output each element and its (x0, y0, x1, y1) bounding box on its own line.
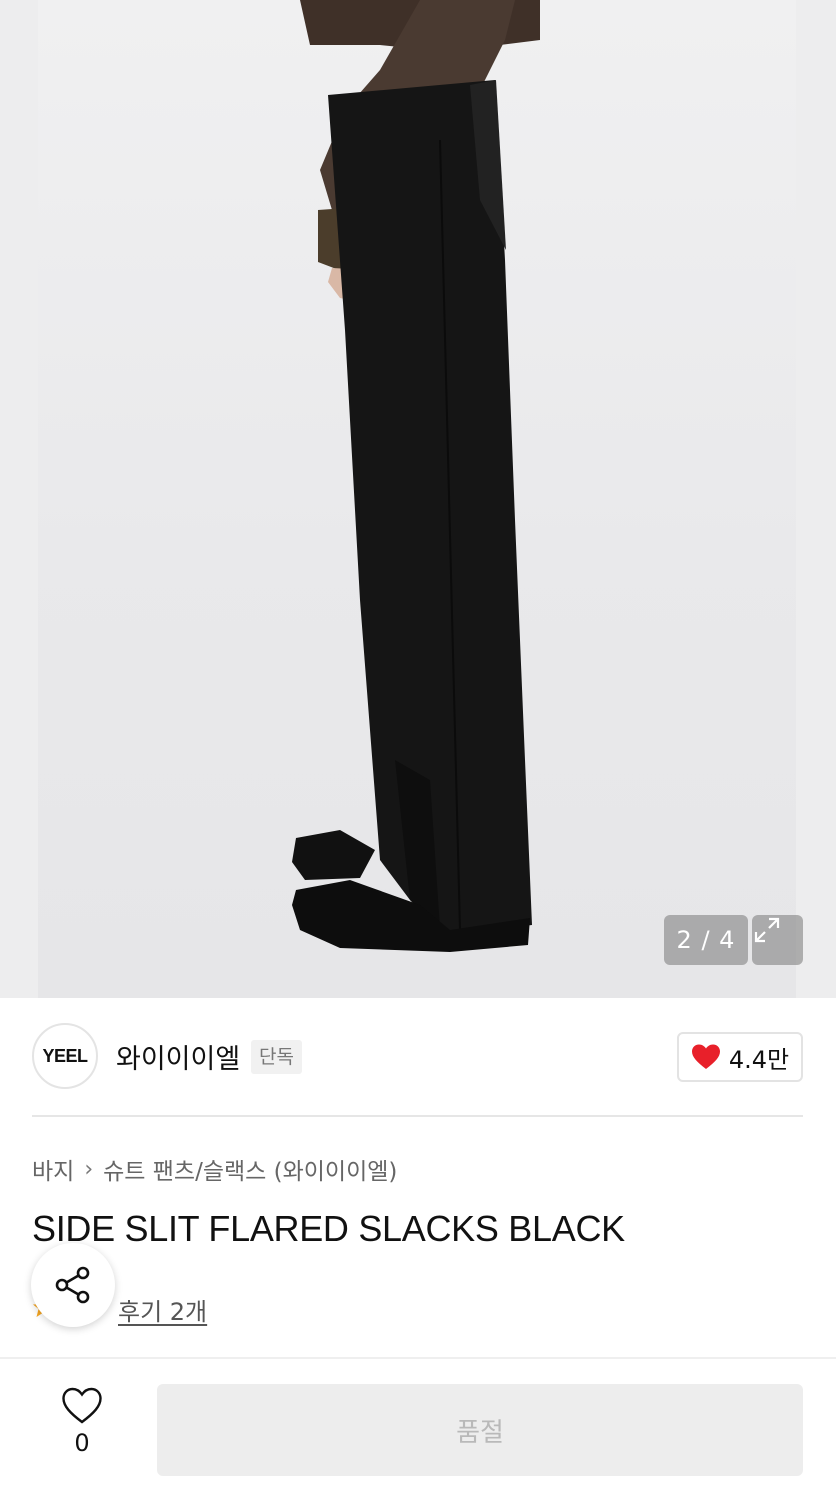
model-illustration (292, 0, 540, 952)
brand-logo[interactable]: YEEL (32, 1023, 98, 1089)
heart-filled-icon (691, 1044, 720, 1069)
expand-button[interactable] (752, 915, 803, 965)
breadcrumb: 바지 › 슈트 팬츠/슬랙스 (와이이이엘) (32, 1152, 397, 1186)
wishlist-count: 0 (74, 1429, 90, 1457)
exclusive-badge: 단독 (251, 1040, 302, 1074)
share-icon (55, 1266, 90, 1304)
bottom-action-bar: 0 품절 (0, 1357, 836, 1500)
chevron-right-icon: › (84, 1156, 94, 1182)
product-title: SIDE SLIT FLARED SLACKS BLACK (32, 1208, 625, 1249)
heart-outline-icon (62, 1387, 102, 1424)
review-link[interactable]: 후기 2개 (118, 1292, 207, 1327)
divider (32, 1115, 803, 1117)
breadcrumb-subcategory[interactable]: 슈트 팬츠/슬랙스 (와이이이엘) (103, 1152, 397, 1186)
sold-out-button[interactable]: 품절 (157, 1384, 803, 1476)
brand-name[interactable]: 와이이이엘 (116, 1037, 240, 1076)
brand-like-button[interactable]: 4.4만 (677, 1032, 803, 1082)
wishlist-button[interactable]: 0 (42, 1387, 122, 1477)
image-counter: 2 / 4 (664, 915, 748, 965)
breadcrumb-category[interactable]: 바지 (32, 1152, 74, 1186)
product-image-gallery[interactable]: 2 / 4 (0, 0, 836, 998)
brand-row: YEEL 와이이이엘 단독 4.4만 (32, 1023, 803, 1091)
brand-like-count: 4.4만 (728, 1045, 790, 1074)
share-button[interactable] (31, 1243, 115, 1327)
expand-icon (754, 917, 780, 943)
